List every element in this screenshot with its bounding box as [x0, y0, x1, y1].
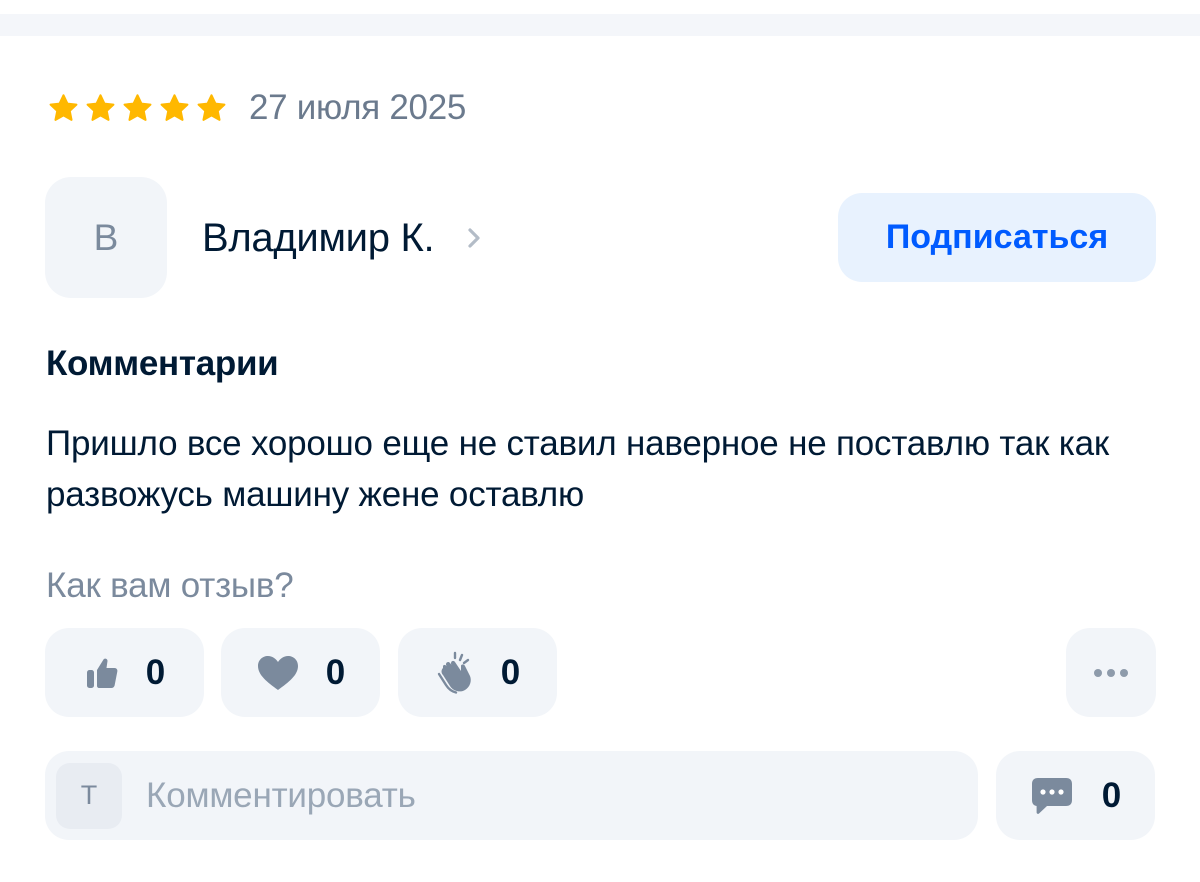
more-dots-icon: [1094, 668, 1128, 677]
author-name: Владимир К.: [202, 215, 435, 260]
comment-input-placeholder: Комментировать: [146, 775, 416, 815]
star-icon: [123, 93, 152, 121]
star-icon: [49, 93, 78, 121]
chevron-right-icon: [468, 228, 480, 248]
current-user-avatar-letter: Т: [80, 780, 98, 810]
comments-section-title: Комментарии: [46, 344, 279, 383]
chat-bubble-icon: [1031, 777, 1072, 814]
comments-count: 0: [1101, 775, 1122, 815]
heart-icon: [257, 655, 298, 690]
author-profile-link[interactable]: Владимир К.: [202, 208, 482, 268]
clap-reaction-button[interactable]: 0: [398, 628, 557, 717]
heart-count: 0: [325, 652, 346, 692]
star-icon: [197, 93, 226, 121]
like-reaction-button[interactable]: 0: [45, 628, 204, 717]
rating-stars: [48, 93, 227, 124]
heart-reaction-button[interactable]: 0: [221, 628, 380, 717]
star-icon: [86, 93, 115, 121]
subscribe-button[interactable]: Подписаться: [838, 193, 1156, 282]
like-count: 0: [145, 652, 166, 692]
current-user-avatar: Т: [56, 762, 122, 829]
comment-input[interactable]: Т Комментировать: [45, 751, 978, 840]
clapping-hands-icon: [437, 651, 471, 694]
review-date: 27 июля 2025: [249, 88, 467, 127]
more-options-button[interactable]: [1066, 628, 1156, 717]
star-icon: [160, 93, 189, 121]
thumbs-up-icon: [86, 658, 118, 688]
review-comment-text: Пришло все хорошо еще не ставил наверное…: [46, 424, 1110, 514]
feedback-question: Как вам отзыв?: [46, 566, 294, 605]
author-avatar-letter: В: [93, 216, 119, 258]
author-avatar[interactable]: В: [45, 177, 167, 298]
top-divider-strip: [0, 14, 1200, 36]
clap-count: 0: [500, 652, 521, 692]
review-header: 27 июля 2025: [48, 86, 466, 130]
comments-count-button[interactable]: 0: [996, 751, 1155, 840]
